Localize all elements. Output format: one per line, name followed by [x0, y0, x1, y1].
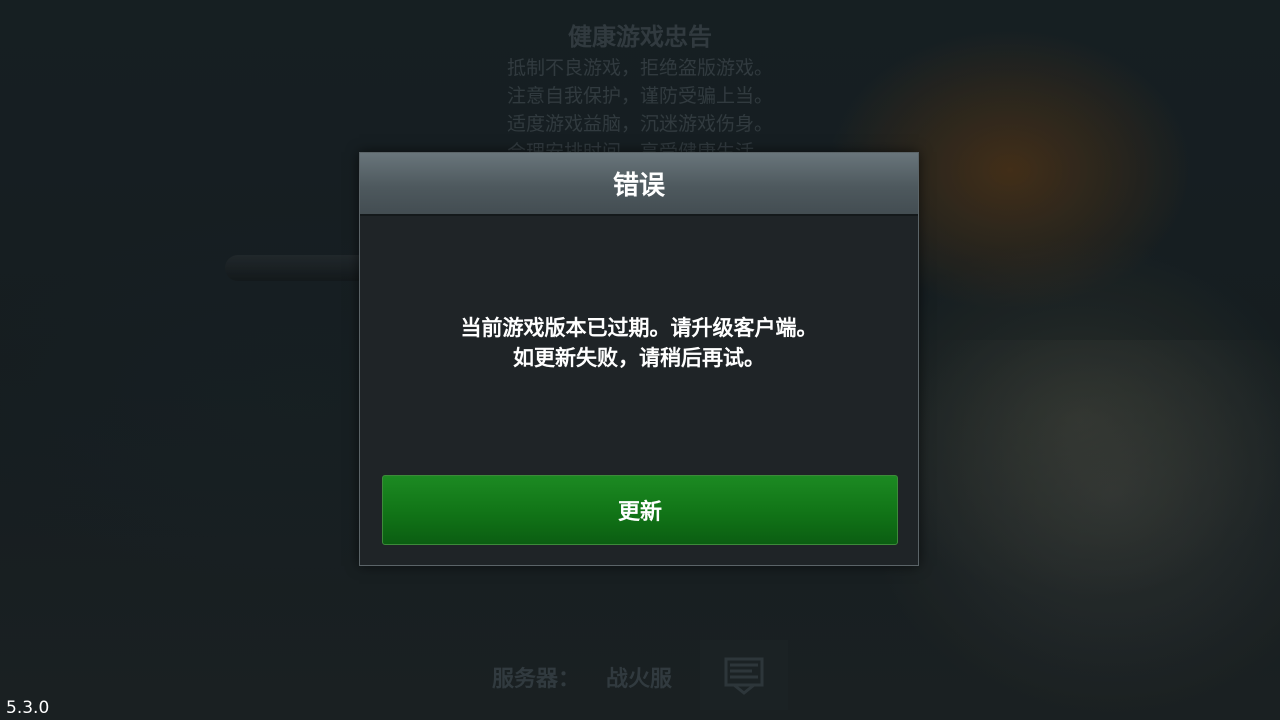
game-launch-screen: 健康游戏忠告 抵制不良游戏，拒绝盗版游戏。 注意自我保护，谨防受骗上当。 适度游… [0, 0, 1280, 720]
update-button[interactable]: 更新 [382, 475, 898, 545]
error-dialog: 错误 当前游戏版本已过期。请升级客户端。 如更新失败，请稍后再试。 更新 [359, 152, 919, 566]
update-button-label: 更新 [617, 500, 662, 525]
dialog-header: 错误 [360, 153, 918, 216]
dialog-message-line: 如更新失败，请稍后再试。 [513, 346, 765, 370]
dialog-message: 当前游戏版本已过期。请升级客户端。 如更新失败，请稍后再试。 [360, 313, 918, 373]
version-label: 5.3.0 [6, 698, 50, 718]
dialog-message-line: 当前游戏版本已过期。请升级客户端。 [460, 316, 818, 340]
dialog-title: 错误 [612, 171, 665, 201]
